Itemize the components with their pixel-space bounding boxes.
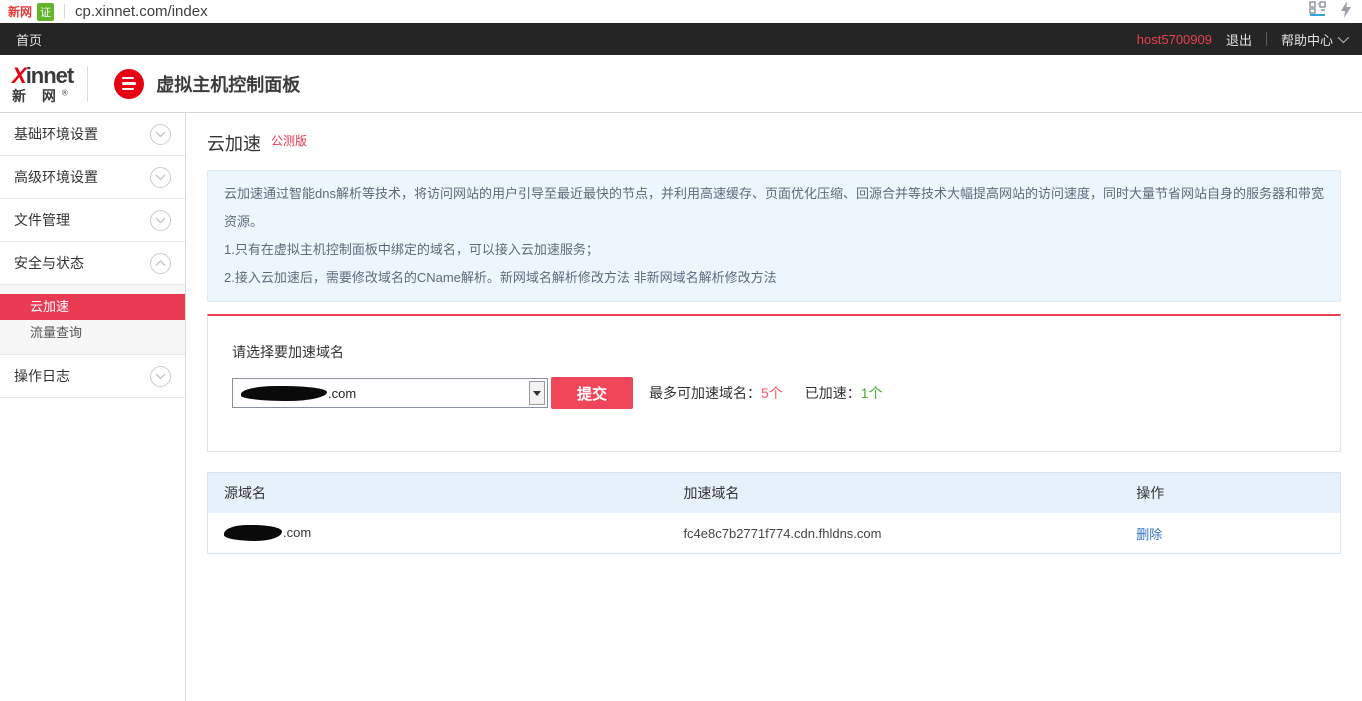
used-label: 已加速： xyxy=(805,385,861,401)
info-line-3: 2.接入云加速后，需要修改域名的CName解析。新网域名解析修改方法 非新网域名… xyxy=(224,264,1324,292)
domain-select[interactable]: .com xyxy=(232,378,548,408)
help-center-label: 帮助中心 xyxy=(1281,30,1333,49)
main-content: 云加速 公测版 云加速通过智能dns解析等技术，将访问网站的用户引导至最近最快的… xyxy=(186,113,1362,701)
sidebar-item-label: 安全与状态 xyxy=(14,253,84,273)
used-value: 1个 xyxy=(861,385,883,401)
acceleration-form: 请选择要加速域名 .com 提交 最多可加速域名：5个 已加速：1个 xyxy=(207,314,1341,452)
xinnet-logo: Xinnet 新 网® xyxy=(12,65,73,103)
sidebar-item-label: 文件管理 xyxy=(14,210,70,230)
qr-code-icon[interactable] xyxy=(1309,1,1326,23)
selected-domain-suffix: .com xyxy=(328,386,356,401)
col-header-accelerated-domain: 加速域名 xyxy=(683,483,1136,503)
sidebar-item-label: 操作日志 xyxy=(14,366,70,386)
table-row: .com fc4e8c7b2771f774.cdn.fhldns.com 删除 xyxy=(208,513,1340,553)
sidebar-item-label: 高级环境设置 xyxy=(14,167,98,187)
browser-bar: 新网 证 cp.xinnet.com/index xyxy=(0,0,1362,23)
table-header-row: 源域名 加速域名 操作 xyxy=(208,473,1340,513)
info-line-2: 1.只有在虚拟主机控制面板中绑定的域名，可以接入云加速服务； xyxy=(224,236,1324,264)
info-line-3-text: 2.接入云加速后，需要修改域名的CName解析。 xyxy=(224,270,500,285)
source-domain-cell: .com xyxy=(208,525,683,542)
logo-registered-mark: ® xyxy=(62,88,68,97)
censored-domain xyxy=(224,525,282,541)
address-bar[interactable]: cp.xinnet.com/index xyxy=(75,3,208,20)
sidebar-item-security-status[interactable]: 安全与状态 xyxy=(0,242,185,285)
cdn-domain-cell: fc4e8c7b2771f774.cdn.fhldns.com xyxy=(683,526,1136,541)
censored-domain xyxy=(241,386,327,401)
logo-x: X xyxy=(12,63,26,88)
col-header-source-domain: 源域名 xyxy=(208,483,683,503)
quota-label: 最多可加速域名： xyxy=(649,385,761,401)
nav-home-link[interactable]: 首页 xyxy=(16,30,42,49)
panel-title: 虚拟主机控制面板 xyxy=(156,71,300,97)
chevron-down-circle-icon xyxy=(150,167,171,188)
security-submenu: 云加速 流量查询 xyxy=(0,285,185,355)
help-center-menu[interactable]: 帮助中心 xyxy=(1281,30,1346,49)
delete-link[interactable]: 删除 xyxy=(1136,527,1162,542)
lightning-icon[interactable] xyxy=(1340,1,1352,23)
select-domain-label: 请选择要加速域名 xyxy=(232,342,1316,362)
xinnet-dns-method-link[interactable]: 新网域名解析修改方法 xyxy=(500,270,630,285)
sidebar: 基础环境设置 高级环境设置 文件管理 安全与状态 云加速 流量查询 操作日志 xyxy=(0,113,186,701)
cert-badge-icon: 证 xyxy=(37,3,54,21)
info-line-1: 云加速通过智能dns解析等技术，将访问网站的用户引导至最近最快的节点，并利用高速… xyxy=(224,180,1324,236)
top-nav: 首页 host5700909 退出 帮助中心 xyxy=(0,23,1362,55)
chevron-down-icon xyxy=(1338,32,1349,43)
accelerated-domains-table: 源域名 加速域名 操作 .com fc4e8c7b2771f774.cdn.fh… xyxy=(207,472,1341,554)
chevron-down-circle-icon xyxy=(150,210,171,231)
select-dropdown-arrow-icon[interactable] xyxy=(529,381,545,405)
username[interactable]: host5700909 xyxy=(1137,32,1212,47)
sidebar-subitem-traffic-query[interactable]: 流量查询 xyxy=(0,320,185,346)
logout-link[interactable]: 退出 xyxy=(1226,30,1252,49)
info-box: 云加速通过智能dns解析等技术，将访问网站的用户引导至最近最快的节点，并利用高速… xyxy=(207,170,1341,302)
sidebar-item-operation-log[interactable]: 操作日志 xyxy=(0,355,185,398)
col-header-action: 操作 xyxy=(1136,483,1340,503)
non-xinnet-dns-method-link[interactable]: 非新网域名解析修改方法 xyxy=(634,270,777,285)
app-header: Xinnet 新 网® 虚拟主机控制面板 xyxy=(0,55,1362,113)
quota-value: 5个 xyxy=(761,385,783,401)
page-title: 云加速 xyxy=(207,130,261,156)
chevron-down-circle-icon xyxy=(150,366,171,387)
chevron-up-circle-icon xyxy=(150,253,171,274)
sidebar-subitem-cloud-acceleration[interactable]: 云加速 xyxy=(0,294,185,320)
sidebar-item-basic-env[interactable]: 基础环境设置 xyxy=(0,113,185,156)
submit-button[interactable]: 提交 xyxy=(551,377,633,409)
url-divider xyxy=(64,4,65,19)
sidebar-item-label: 基础环境设置 xyxy=(14,124,98,144)
header-divider xyxy=(87,66,88,102)
source-domain-suffix: .com xyxy=(283,525,311,540)
site-label: 新网 xyxy=(8,3,32,20)
beta-badge: 公测版 xyxy=(271,132,307,149)
sidebar-item-file-management[interactable]: 文件管理 xyxy=(0,199,185,242)
chevron-down-circle-icon xyxy=(150,124,171,145)
logo-rest: innet xyxy=(26,63,74,88)
sidebar-item-advanced-env[interactable]: 高级环境设置 xyxy=(0,156,185,199)
nav-divider xyxy=(1266,32,1267,46)
logo-cn: 新 网 xyxy=(12,88,62,104)
server-list-icon xyxy=(114,69,144,99)
quota-info: 最多可加速域名：5个 已加速：1个 xyxy=(649,383,883,403)
